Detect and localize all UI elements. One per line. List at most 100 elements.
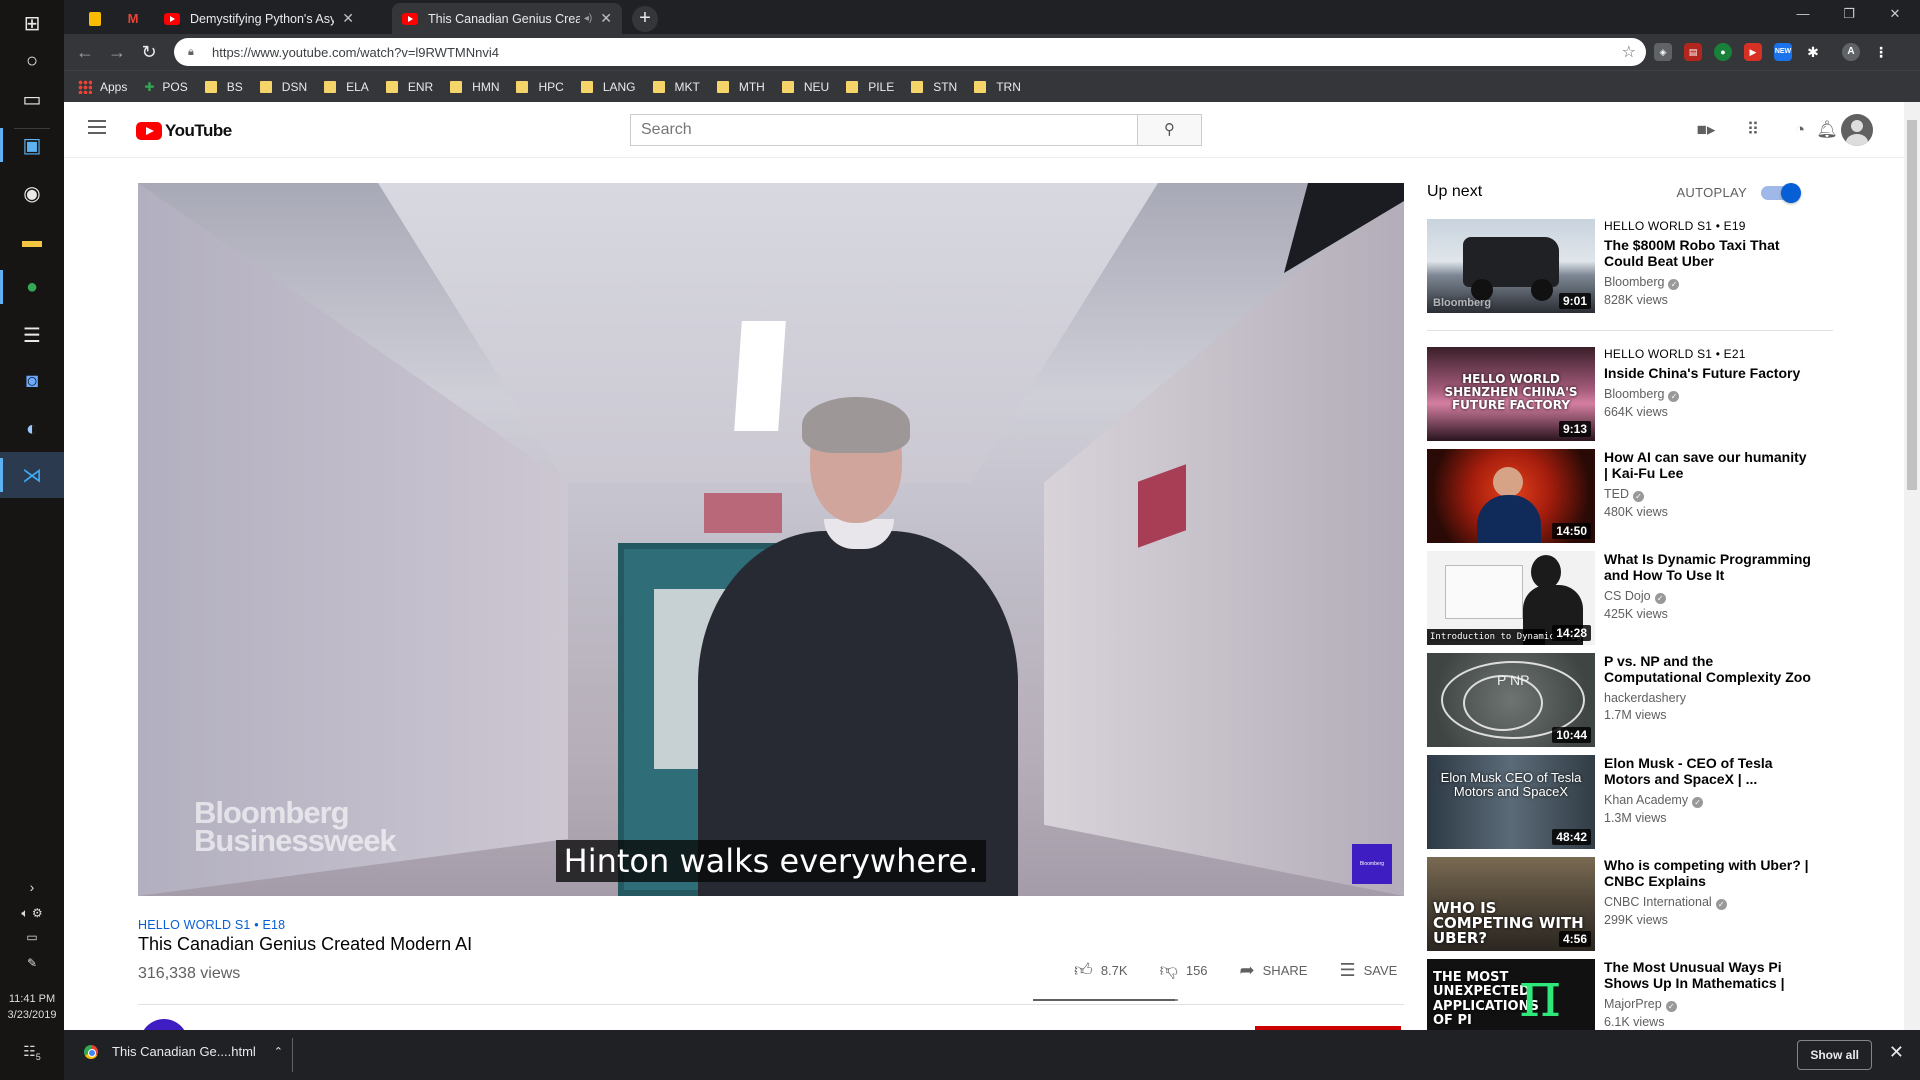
channel-name[interactable]: TED ✓ — [1604, 487, 1814, 502]
back-button[interactable]: ← — [72, 39, 98, 65]
minimize-button[interactable]: — — [1780, 0, 1826, 30]
upnext-card[interactable]: Elon Musk CEO of Tesla Motors and SpaceX… — [1427, 755, 1827, 849]
bookmark-apps[interactable]: Apps — [78, 79, 127, 94]
scrollbar-thumb[interactable] — [1907, 120, 1917, 490]
account-avatar[interactable] — [1841, 114, 1873, 146]
video-thumbnail[interactable]: Introduction to Dynamic Prog 14:28 — [1427, 551, 1595, 645]
upnext-card[interactable]: HELLO WORLD SHENZHEN CHINA'S FUTURE FACT… — [1427, 347, 1827, 441]
youtube-logo[interactable]: YouTube — [136, 121, 232, 141]
channel-avatar[interactable] — [140, 1019, 188, 1030]
bookmark-folder[interactable]: MTH — [716, 80, 765, 94]
video-player[interactable]: Bloomberg Businessweek Hinton walks ever… — [138, 183, 1404, 896]
channel-name[interactable]: MajorPrep ✓ — [1604, 997, 1814, 1012]
video-title[interactable]: P vs. NP and the Computational Complexit… — [1604, 653, 1814, 685]
search-input[interactable] — [631, 115, 1137, 145]
bookmark-folder[interactable]: HPC — [516, 80, 564, 94]
channel-name[interactable]: CS Dojo ✓ — [1604, 589, 1814, 604]
audio-playing-icon[interactable]: ◂) — [584, 13, 592, 24]
video-series[interactable]: HELLO WORLD S1 • E21 — [1604, 347, 1814, 361]
bookmark-folder[interactable]: ENR — [385, 80, 433, 94]
tray-network-icon[interactable]: ▭ — [0, 930, 64, 944]
tray-volume-icon[interactable]: 🔈︎ ⚙︎ — [0, 906, 64, 920]
messages-icon[interactable]: ◔ — [1788, 118, 1812, 142]
video-series-link[interactable]: HELLO WORLD S1 • E18 — [138, 918, 285, 932]
clock-date[interactable]: 3/23/2019 — [0, 1008, 64, 1022]
channel-name[interactable]: hackerdashery — [1604, 691, 1814, 705]
chevron-up-icon[interactable]: ⌃ — [274, 1045, 283, 1058]
taskbar-file-explorer-icon[interactable]: ▬ — [0, 218, 64, 264]
video-thumbnail[interactable]: THE MOST UNEXPECTED APPLICATIONS OF PI π — [1427, 959, 1595, 1030]
search-button[interactable]: ⚲ — [1137, 115, 1201, 145]
show-all-downloads-button[interactable]: Show all — [1797, 1040, 1872, 1070]
tab-close-icon[interactable]: ✕ — [600, 10, 612, 27]
taskbar-steam-icon[interactable]: ◐ — [0, 406, 64, 452]
bookmark-folder[interactable]: STN — [911, 80, 957, 94]
download-item[interactable]: This Canadian Ge....html ⌃ — [84, 1044, 283, 1059]
tray-pen-icon[interactable]: ✎ — [0, 956, 64, 970]
action-center-icon[interactable]: ☷5 — [0, 1044, 64, 1064]
upnext-card[interactable]: WHO IS COMPETING WITH UBER? 4:56 Who is … — [1427, 857, 1827, 951]
share-button[interactable]: ➦ SHARE — [1240, 960, 1308, 981]
video-thumbnail[interactable]: HELLO WORLD SHENZHEN CHINA'S FUTURE FACT… — [1427, 347, 1595, 441]
bookmark-folder[interactable]: TRN — [974, 80, 1021, 94]
bookmark-star-icon[interactable]: ☆ — [1622, 42, 1636, 62]
task-view-icon[interactable]: ▭ — [0, 76, 64, 122]
create-video-icon[interactable]: ■▸ — [1694, 118, 1718, 142]
extension-red-icon[interactable]: ▤ — [1684, 43, 1702, 61]
taskbar-app-editor-icon[interactable]: ▣ — [0, 122, 64, 168]
address-bar[interactable]: 🔒︎ https://www.youtube.com/watch?v=l9RWT… — [174, 38, 1646, 66]
bookmark-pos[interactable]: ✚ POS — [144, 80, 187, 94]
lock-icon[interactable]: 🔒︎ — [188, 46, 202, 59]
extension-new-icon[interactable]: NEW — [1774, 43, 1792, 61]
taskbar-app-list-icon[interactable]: ☰ — [0, 312, 64, 358]
upnext-card[interactable]: THE MOST UNEXPECTED APPLICATIONS OF PI π… — [1427, 959, 1827, 1030]
channel-name[interactable]: Bloomberg ✓ — [1604, 387, 1814, 402]
notifications-bell-icon[interactable]: 🔔︎ — [1815, 118, 1839, 142]
video-thumbnail[interactable]: 14:50 — [1427, 449, 1595, 543]
forward-button[interactable]: → — [104, 39, 130, 65]
video-title[interactable]: What Is Dynamic Programming and How To U… — [1604, 551, 1814, 583]
extension-youtube-icon[interactable]: ▶ — [1744, 43, 1762, 61]
tab-close-icon[interactable]: ✕ — [342, 10, 354, 27]
tab-canadian-genius[interactable]: This Canadian Genius Create ◂) ✕ — [392, 3, 622, 34]
bookmark-folder[interactable]: DSN — [259, 80, 307, 94]
apps-grid-icon[interactable]: ⠿ — [1741, 118, 1765, 142]
video-title[interactable]: The $800M Robo Taxi That Could Beat Uber — [1604, 237, 1814, 269]
upnext-card[interactable]: 14:50 How AI can save our humanity | Kai… — [1427, 449, 1827, 543]
taskbar-app-media-icon[interactable]: ◙ — [0, 358, 64, 404]
chrome-menu-icon[interactable]: ⋮ — [1872, 43, 1890, 61]
dislike-button[interactable]: 👎︎ 156 — [1160, 959, 1208, 981]
video-title[interactable]: Who is competing with Uber? | CNBC Expla… — [1604, 857, 1814, 889]
profile-avatar[interactable]: A — [1842, 43, 1860, 61]
new-tab-button[interactable]: + — [632, 6, 658, 32]
autoplay-toggle[interactable] — [1761, 182, 1801, 203]
extension-gear-icon[interactable]: ✱ — [1804, 43, 1822, 61]
bookmark-folder[interactable]: MKT — [652, 80, 700, 94]
channel-watermark-logo[interactable]: Bloomberg — [1352, 844, 1392, 884]
bookmark-folder[interactable]: LANG — [580, 80, 636, 94]
video-thumbnail[interactable]: Elon Musk CEO of Tesla Motors and SpaceX… — [1427, 755, 1595, 849]
video-title[interactable]: The Most Unusual Ways Pi Shows Up In Mat… — [1604, 959, 1814, 991]
tab-pinned-keep[interactable] — [76, 3, 114, 34]
video-thumbnail[interactable]: WHO IS COMPETING WITH UBER? 4:56 — [1427, 857, 1595, 951]
close-download-shelf-icon[interactable]: ✕ — [1889, 1042, 1904, 1063]
taskbar-vscode-icon[interactable]: ⋊ — [0, 452, 64, 498]
channel-name[interactable]: Khan Academy ✓ — [1604, 793, 1814, 808]
video-thumbnail[interactable]: P NP 10:44 — [1427, 653, 1595, 747]
video-series[interactable]: HELLO WORLD S1 • E19 — [1604, 219, 1814, 233]
like-button[interactable]: 👍︎ 8.7K — [1074, 959, 1128, 981]
clock-time[interactable]: 11:41 PM — [0, 992, 64, 1006]
save-button[interactable]: ☰ SAVE — [1339, 960, 1397, 981]
bookmark-folder[interactable]: BS — [204, 80, 243, 94]
upnext-card[interactable]: Bloomberg 9:01 HELLO WORLD S1 • E19 The … — [1427, 219, 1827, 313]
reload-button[interactable]: ↻ — [136, 39, 162, 65]
tab-demystifying-python[interactable]: Demystifying Python's Async and ✕ — [154, 3, 364, 34]
bookmark-folder[interactable]: ELA — [324, 80, 369, 94]
tab-pinned-gmail[interactable]: M — [114, 3, 152, 34]
extension-shield-icon[interactable]: ◈ — [1654, 43, 1672, 61]
bookmark-folder[interactable]: PILE — [846, 80, 894, 94]
taskbar-app-obs-icon[interactable]: ◉ — [0, 170, 64, 216]
extension-green-icon[interactable]: ● — [1714, 43, 1732, 61]
tray-expand-icon[interactable]: › — [0, 880, 64, 894]
upnext-card[interactable]: Introduction to Dynamic Prog 14:28 What … — [1427, 551, 1827, 645]
